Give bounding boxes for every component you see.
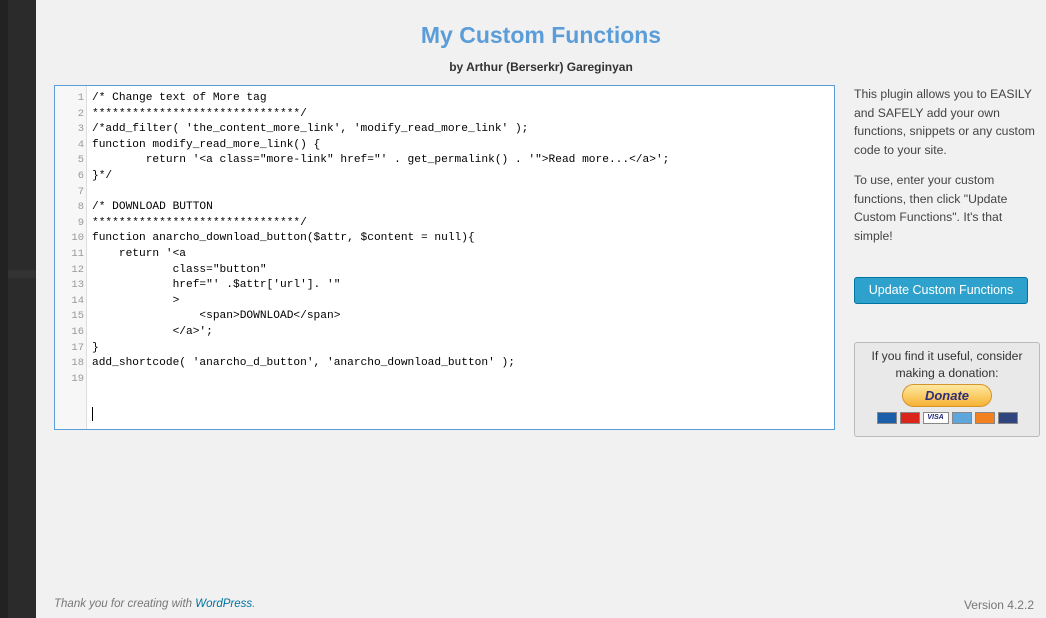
line-number: 1 [77, 92, 84, 104]
line-code: return '<a class="more-link" href="' . g… [92, 154, 670, 167]
line-code: *******************************/ [92, 216, 307, 229]
line-number: 8 [77, 201, 84, 214]
line-number: 11 [71, 248, 84, 260]
page-title: My Custom Functions [420, 22, 662, 48]
line-code: <span>DOWNLOAD</span> [92, 310, 341, 323]
admin-menu[interactable] [8, 0, 36, 618]
sidebar: This plugin allows you to EASILY and SAF… [854, 85, 1042, 437]
line-number: 17 [71, 341, 84, 354]
line-number: 12 [71, 263, 84, 276]
line-number: 18 [71, 357, 84, 370]
line-code: /*add_filter( 'the_content_more_link', '… [92, 123, 529, 136]
line-number: 15 [71, 310, 84, 323]
line-code: class="button" [92, 263, 267, 276]
line-code: function anarcho_download_button($attr, … [92, 232, 475, 245]
discover-card-icon [974, 412, 995, 424]
line-code: return '<a [92, 248, 186, 260]
admin-menu-marker [8, 270, 36, 278]
line-code: function modify_read_more_link() { [92, 138, 321, 151]
line-number: 10 [71, 232, 84, 245]
line-number: 4 [77, 138, 84, 151]
line-number: 3 [77, 123, 84, 136]
line-number: 16 [71, 326, 84, 338]
text-cursor [92, 407, 93, 421]
line-code: *******************************/ [92, 107, 307, 120]
donation-box: If you find it useful, consider making a… [854, 342, 1040, 437]
main-content: My Custom Functions by Arthur (Berserkr)… [36, 0, 1046, 618]
line-code: /* DOWNLOAD BUTTON [92, 201, 213, 214]
line-number: 19 [71, 372, 84, 385]
footer-thanks-prefix: Thank you for creating with [54, 598, 193, 610]
page-subtitle: by Arthur (Berserkr) Gareginyan [449, 60, 633, 74]
line-number: 2 [77, 107, 84, 120]
footer-thanks-suffix: . [252, 598, 256, 610]
donation-text: If you find it useful, consider making a… [871, 349, 1023, 380]
plugin-instructions: To use, enter your custom functions, the… [854, 173, 1008, 243]
line-number: 14 [71, 294, 84, 307]
line-code: > [92, 294, 180, 307]
line-code: } [92, 341, 99, 354]
line-code: add_shortcode( 'anarcho_d_button', 'anar… [92, 357, 515, 370]
line-number: 6 [77, 170, 84, 182]
wordpress-link[interactable]: WordPress [195, 598, 252, 610]
maestro-card-icon [876, 412, 897, 424]
footer-thanks: Thank you for creating with WordPress. [54, 598, 255, 610]
line-code: href="' .$attr['url']. '" [92, 279, 341, 292]
line-number: 9 [77, 216, 84, 229]
donate-button[interactable]: Donate [902, 384, 992, 407]
code-editor[interactable]: 1 /* Change text of More tag 2 ************… [54, 85, 835, 430]
bank-icon [997, 412, 1018, 424]
line-number: 5 [77, 154, 84, 167]
visa-card-icon: VISA [922, 412, 949, 424]
line-code: /* Change text of More tag [92, 92, 267, 104]
update-custom-functions-button[interactable]: Update Custom Functions [854, 277, 1028, 304]
line-number: 7 [77, 185, 84, 198]
payment-cards: VISA [855, 412, 1039, 424]
plugin-description: This plugin allows you to EASILY and SAF… [854, 87, 1035, 157]
amex-card-icon [951, 412, 972, 424]
mastercard-icon [899, 412, 920, 424]
line-code: </a>'; [92, 326, 213, 338]
line-number: 13 [71, 279, 84, 292]
footer-version: Version 4.2.2 [963, 598, 1034, 612]
line-code: }*/ [92, 170, 113, 182]
